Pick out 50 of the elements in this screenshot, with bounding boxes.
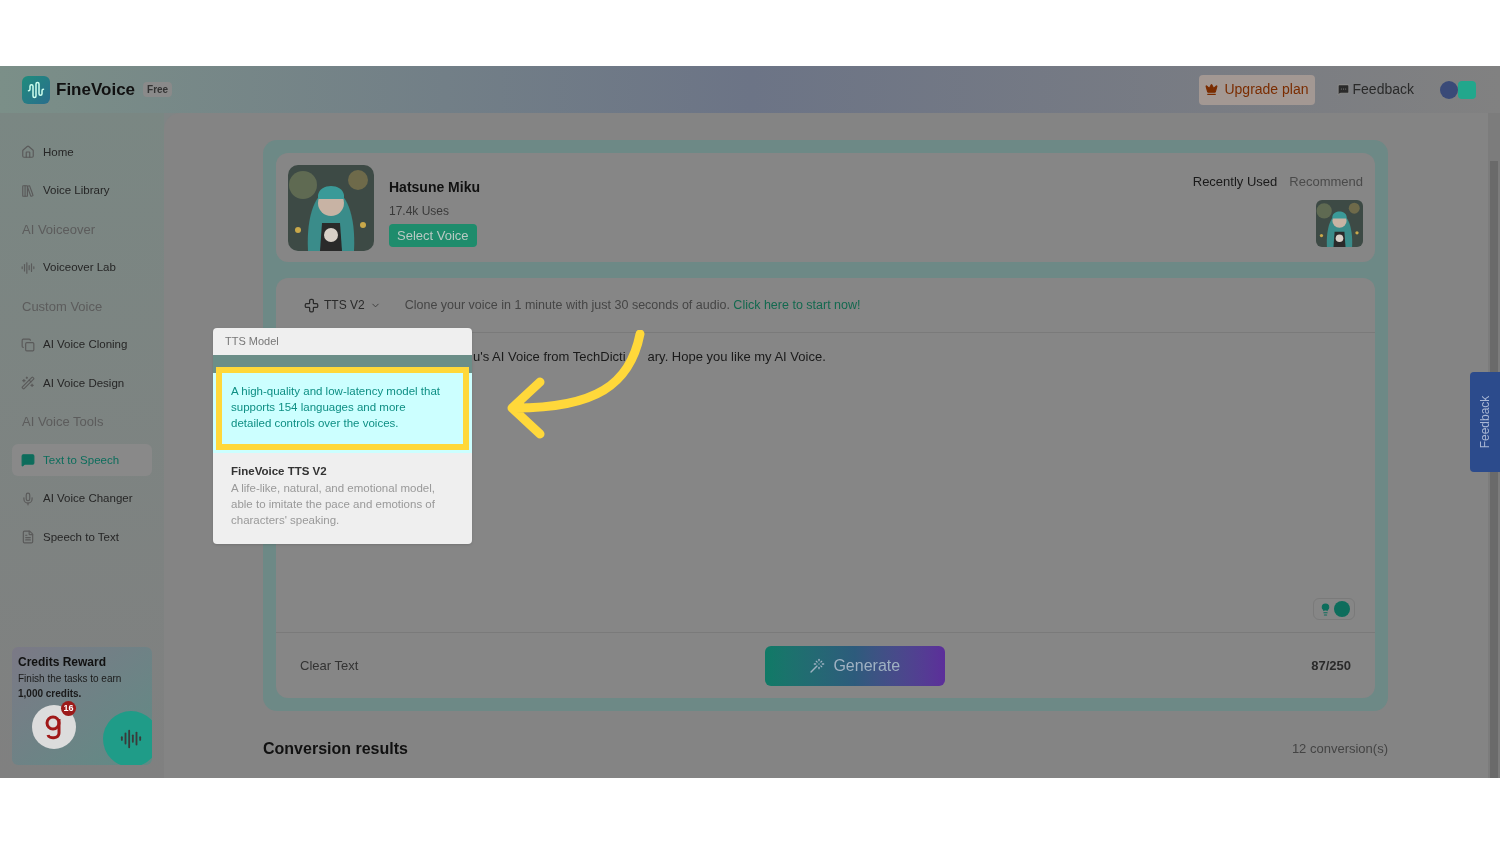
script-text: ary. Hope you like my AI Voice. [647, 348, 826, 366]
notification-badge: 16 [61, 701, 76, 716]
model-dropdown[interactable]: TTS V2 [304, 296, 381, 314]
copy-icon [21, 337, 35, 352]
script-text: u's AI Voice from TechDicti [473, 348, 626, 366]
option-title: FineVoice TTS V2 [231, 464, 328, 479]
document-icon [21, 530, 35, 545]
option-description: A life-like, natural, and emotional model, able to imitate the pace and emotions of characters' speaking. [231, 481, 436, 529]
model-option[interactable]: FineVoice TTS V2 A life-like, natural, and emotional model, able to imitate the pace and emotions of characters' speaking. [213, 453, 472, 545]
feedback-side-tab[interactable]: Feedback [1470, 372, 1500, 472]
voice-name: Hatsune Miku [389, 178, 480, 197]
sidebar-item[interactable]: Speech to Text [12, 521, 152, 554]
home-icon [21, 145, 35, 160]
microphone-icon [21, 491, 35, 506]
conversion-count: 12 conversion(s) [1291, 740, 1388, 759]
sidebar-item[interactable]: AI Voice Changer [12, 482, 152, 515]
select-voice-button[interactable]: Select Voice [389, 224, 477, 247]
chat-icon [21, 453, 35, 468]
chat-icon [1336, 83, 1350, 96]
sidebar-item[interactable]: Voiceover Lab [12, 251, 152, 284]
clear-text-button[interactable]: Clear Text [300, 655, 359, 676]
user-avatar[interactable] [1440, 78, 1478, 101]
magic-wand-icon [809, 657, 826, 674]
book-icon [21, 183, 35, 198]
voice-tab[interactable]: Recommend [1289, 172, 1363, 192]
logo-icon [22, 75, 50, 104]
brand-name: FineVoice [56, 78, 136, 101]
sidebar-item[interactable]: Voice Library [12, 174, 152, 207]
sound-wave-icon [103, 711, 152, 765]
credits-title: Credits Reward [18, 654, 108, 671]
plan-badge: Free [143, 82, 173, 97]
sidebar-item[interactable]: Home [12, 136, 152, 169]
voice-tab[interactable]: Recently Used [1192, 172, 1278, 192]
crown-icon [1205, 83, 1219, 96]
results-title: Conversion results [263, 739, 408, 759]
magic-wand-icon [21, 376, 35, 391]
credits-text: Finish the tasks to earn 1,000 credits. [18, 672, 123, 701]
credits-card[interactable]: Credits Reward Finish the tasks to earn 1,000 credits. 16 [12, 647, 152, 765]
menu-heading: TTS Model [224, 334, 280, 350]
plus-icon [304, 297, 319, 313]
promo-text: Clone your voice in 1 minute with just 30 seconds of audio. Click here to start now! [404, 296, 861, 314]
character-count: 87/250 [1311, 656, 1351, 675]
sidebar-item[interactable]: AI Voice Design [12, 367, 152, 400]
upgrade-plan-button[interactable]: Upgrade plan [1199, 74, 1315, 105]
option-description: A high-quality and low-latency model that supports 154 languages and more detailed controls over the voices. [231, 384, 442, 431]
sound-wave-icon [21, 260, 35, 275]
feedback-button[interactable]: Feedback [1336, 79, 1414, 100]
voice-uses: 17.4k Uses [389, 203, 450, 220]
generate-button[interactable]: Generate [764, 645, 945, 686]
sidebar-item[interactable]: AI Voice Cloning [12, 328, 152, 361]
